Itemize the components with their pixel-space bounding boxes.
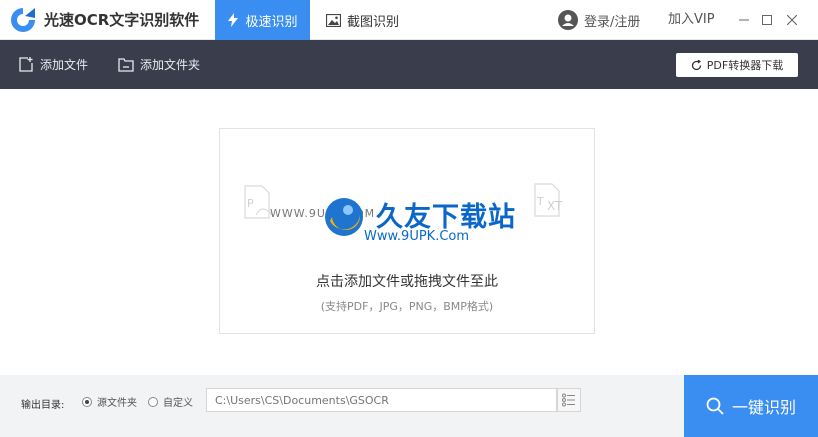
add-file-label: 添加文件 <box>40 58 89 72</box>
browse-folder-button[interactable] <box>557 388 581 412</box>
maximize-icon <box>762 15 772 25</box>
lightning-icon <box>228 13 239 27</box>
login-register-link[interactable]: 登录/注册 <box>558 0 640 40</box>
maximize-button[interactable] <box>756 0 778 40</box>
drop-instruction-text: 点击添加文件或拖拽文件至此 <box>316 274 498 290</box>
user-avatar-icon <box>558 10 578 30</box>
join-vip-link[interactable]: 加入VIP <box>668 0 715 40</box>
title-bar: 光速OCR文字识别软件 极速识别 截图识别 登录/注册 加入VIP <box>0 0 818 40</box>
add-file-icon <box>19 57 33 72</box>
minimize-icon <box>739 19 749 21</box>
radio-unselected-icon <box>148 396 158 407</box>
close-icon <box>787 15 797 25</box>
add-folder-label: 添加文件夹 <box>140 58 201 72</box>
tab-fast-recognition[interactable]: 极速识别 <box>215 0 310 40</box>
add-folder-icon <box>118 58 134 72</box>
radio-source-folder[interactable]: 源文件夹 <box>82 394 137 409</box>
watermark: WWW.9UPK.COM 久友下载站 Www.9UPK.Com <box>242 187 572 247</box>
supported-formats-text: (支持PDF，JPG，PNG，BMP格式) <box>320 300 494 313</box>
close-button[interactable] <box>781 0 803 40</box>
output-path-input[interactable] <box>206 388 557 412</box>
refresh-icon <box>691 59 701 70</box>
tab-label: 截图识别 <box>346 14 399 30</box>
radio-label: 源文件夹 <box>97 398 137 409</box>
app-title: 光速OCR文字识别软件 <box>44 11 200 29</box>
image-icon <box>325 13 341 27</box>
login-label: 登录/注册 <box>584 14 641 30</box>
tab-label: 极速识别 <box>245 14 298 30</box>
add-folder-button[interactable]: 添加文件夹 <box>118 40 200 89</box>
search-icon <box>706 397 724 415</box>
list-settings-icon <box>562 393 575 407</box>
radio-label: 自定义 <box>163 398 193 409</box>
output-directory-label: 输出目录: <box>21 400 65 411</box>
watermark-logo-icon <box>325 198 363 236</box>
one-click-ocr-button[interactable]: 一键识别 <box>684 375 818 437</box>
radio-custom[interactable]: 自定义 <box>148 394 193 409</box>
minimize-button[interactable] <box>733 0 755 40</box>
watermark-url: Www.9UPK.Com <box>364 229 470 244</box>
radio-selected-icon <box>82 396 92 407</box>
app-logo-icon <box>9 6 37 34</box>
pdf-converter-download-button[interactable]: PDF转换器下载 <box>676 53 798 77</box>
pdf-converter-label: PDF转换器下载 <box>706 59 784 72</box>
ocr-button-label: 一键识别 <box>731 398 796 417</box>
add-file-button[interactable]: 添加文件 <box>19 40 88 89</box>
tab-screenshot-recognition[interactable]: 截图识别 <box>315 0 410 40</box>
